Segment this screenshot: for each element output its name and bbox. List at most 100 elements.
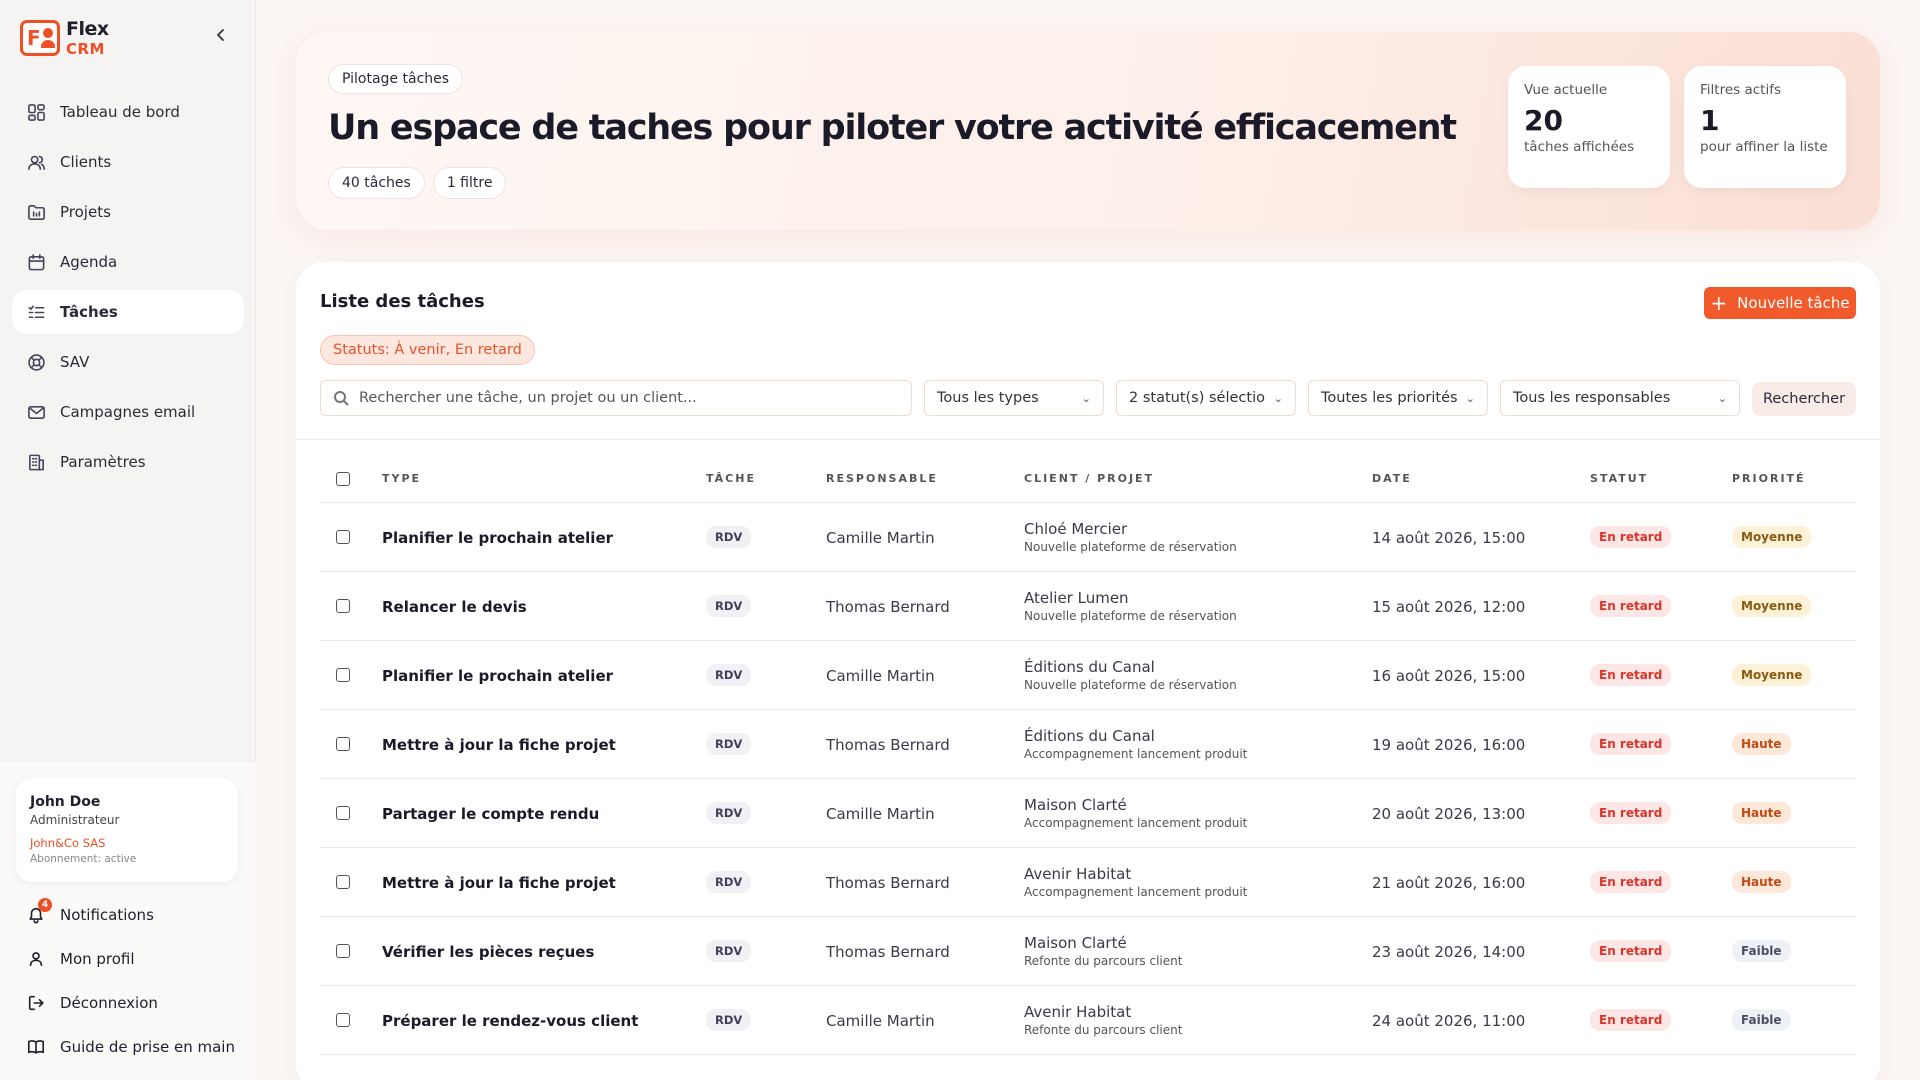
notifications-link[interactable]: 4 Notifications bbox=[26, 893, 246, 937]
client-name[interactable]: Avenir Habitat bbox=[1024, 1003, 1372, 1021]
projects-icon bbox=[26, 202, 46, 222]
sidebar-item-settings[interactable]: Paramètres bbox=[12, 440, 244, 484]
task-owner: Camille Martin bbox=[826, 1011, 935, 1030]
table-row[interactable]: Partager le compte rendu RDV Camille Marti… bbox=[320, 779, 1856, 848]
profile-link[interactable]: Mon profil bbox=[26, 937, 246, 981]
task-title[interactable]: Mettre à jour la fiche projet bbox=[382, 874, 616, 892]
owner-filter-select[interactable]: Tous les responsables ⌄ bbox=[1500, 380, 1740, 416]
task-title[interactable]: Planifier le prochain atelier bbox=[382, 667, 613, 685]
sidebar-item-clients[interactable]: Clients bbox=[12, 140, 244, 184]
table-row[interactable]: Vérifier les pièces reçues RDV Thomas Bern… bbox=[320, 917, 1856, 986]
brand-logo[interactable]: F Flex CRM bbox=[20, 18, 109, 58]
status-filter-select[interactable]: 2 statut(s) sélectionné(s) ⌄ bbox=[1116, 380, 1296, 416]
logout-link[interactable]: Déconnexion bbox=[26, 981, 246, 1025]
sidebar-item-label: Projets bbox=[60, 203, 111, 221]
task-owner: Thomas Bernard bbox=[826, 873, 950, 892]
header-date[interactable]: DATE bbox=[1372, 472, 1590, 485]
active-status-filter-chip[interactable]: Statuts: À venir, En retard bbox=[320, 335, 535, 365]
task-owner: Camille Martin bbox=[826, 528, 935, 547]
task-title[interactable]: Mettre à jour la fiche projet bbox=[382, 736, 616, 754]
table-row[interactable]: Planifier le prochain atelier RDV Camille … bbox=[320, 503, 1856, 572]
status-badge: En retard bbox=[1590, 595, 1672, 617]
page-title: Un espace de taches pour piloter votre a… bbox=[328, 108, 1457, 148]
task-title[interactable]: Planifier le prochain atelier bbox=[382, 529, 613, 547]
user-card[interactable]: John Doe Administrateur John&Co SAS Abon… bbox=[16, 778, 238, 882]
calendar-icon bbox=[26, 252, 46, 272]
guide-link[interactable]: Guide de prise en main bbox=[26, 1025, 246, 1069]
type-filter-select[interactable]: Tous les types ⌄ bbox=[924, 380, 1104, 416]
task-title[interactable]: Relancer le devis bbox=[382, 598, 527, 616]
new-task-button[interactable]: + Nouvelle tâche bbox=[1704, 287, 1856, 319]
row-checkbox[interactable] bbox=[336, 1013, 350, 1027]
search-input[interactable] bbox=[359, 390, 879, 406]
sidebar-item-label: SAV bbox=[60, 353, 90, 371]
project-name: Accompagnement lancement produit bbox=[1024, 816, 1248, 830]
client-name[interactable]: Avenir Habitat bbox=[1024, 865, 1372, 883]
client-name[interactable]: Maison Clarté bbox=[1024, 934, 1372, 952]
sidebar-item-label: Tâches bbox=[60, 303, 118, 321]
priority-filter-select[interactable]: Toutes les priorités ⌄ bbox=[1308, 380, 1488, 416]
active-filters-stat-card: Filtres actifs 1 pour affiner la liste bbox=[1684, 66, 1846, 188]
building-icon bbox=[26, 452, 46, 472]
sidebar-item-dashboard[interactable]: Tableau de bord bbox=[12, 90, 244, 134]
table-row[interactable]: Chloé Mercier bbox=[320, 1055, 1856, 1080]
header-priority[interactable]: PRIORITÉ bbox=[1732, 472, 1856, 485]
divider bbox=[296, 439, 1880, 440]
stat-label: Filtres actifs bbox=[1700, 82, 1781, 98]
sidebar-item-projects[interactable]: Projets bbox=[12, 190, 244, 234]
table-row[interactable]: Mettre à jour la fiche projet RDV Thomas B… bbox=[320, 710, 1856, 779]
row-checkbox[interactable] bbox=[336, 944, 350, 958]
chevron-down-icon: ⌄ bbox=[1273, 391, 1283, 405]
header-task[interactable]: TÂCHE bbox=[706, 472, 826, 485]
task-owner: Camille Martin bbox=[826, 666, 935, 685]
tasks-icon bbox=[26, 302, 46, 322]
collapse-sidebar-button[interactable] bbox=[210, 24, 232, 46]
task-title[interactable]: Vérifier les pièces reçues bbox=[382, 943, 594, 961]
search-icon bbox=[334, 391, 349, 406]
row-checkbox[interactable] bbox=[336, 737, 350, 751]
row-checkbox[interactable] bbox=[336, 806, 350, 820]
header-type[interactable]: TYPE bbox=[382, 472, 706, 485]
task-type-tag: RDV bbox=[706, 733, 752, 755]
task-title[interactable]: Préparer le rendez-vous client bbox=[382, 1012, 638, 1030]
table-row[interactable]: Relancer le devis RDV Thomas Bernard Atelie… bbox=[320, 572, 1856, 641]
table-row[interactable]: Planifier le prochain atelier RDV Camille … bbox=[320, 641, 1856, 710]
user-company: John&Co SAS bbox=[30, 836, 106, 850]
chevron-down-icon: ⌄ bbox=[1081, 391, 1091, 405]
priority-badge: Haute bbox=[1732, 733, 1791, 755]
table-row[interactable]: Préparer le rendez-vous client RDV Camille… bbox=[320, 986, 1856, 1055]
task-title[interactable]: Partager le compte rendu bbox=[382, 805, 599, 823]
row-checkbox[interactable] bbox=[336, 530, 350, 544]
client-name[interactable]: Atelier Lumen bbox=[1024, 589, 1372, 607]
header-client-project[interactable]: CLIENT / PROJET bbox=[1024, 472, 1372, 485]
notifications-label: Notifications bbox=[60, 906, 154, 924]
row-checkbox[interactable] bbox=[336, 875, 350, 889]
sidebar-item-label: Clients bbox=[60, 153, 112, 171]
stat-value: 1 bbox=[1700, 104, 1720, 137]
sidebar-item-tasks[interactable]: Tâches bbox=[12, 290, 244, 334]
select-all-checkbox[interactable] bbox=[336, 471, 350, 486]
row-checkbox[interactable] bbox=[336, 599, 350, 613]
search-field[interactable] bbox=[320, 380, 912, 416]
client-name[interactable]: Éditions du Canal bbox=[1024, 658, 1372, 676]
client-name[interactable]: Éditions du Canal bbox=[1024, 727, 1372, 745]
project-name: Nouvelle plateforme de réservation bbox=[1024, 540, 1237, 554]
client-name[interactable]: Maison Clarté bbox=[1024, 796, 1372, 814]
stat-description: tâches affichées bbox=[1524, 139, 1635, 155]
sidebar-item-agenda[interactable]: Agenda bbox=[12, 240, 244, 284]
priority-badge: Moyenne bbox=[1732, 595, 1812, 617]
row-checkbox[interactable] bbox=[336, 668, 350, 682]
task-date: 19 août 2026, 16:00 bbox=[1372, 735, 1526, 754]
lifebuoy-icon bbox=[26, 352, 46, 372]
header-status[interactable]: STATUT bbox=[1590, 472, 1732, 485]
header-owner[interactable]: RESPONSABLE bbox=[826, 472, 1024, 485]
sidebar-item-campaigns[interactable]: Campagnes email bbox=[12, 390, 244, 434]
client-name[interactable]: Chloé Mercier bbox=[1024, 520, 1372, 538]
table-row[interactable]: Mettre à jour la fiche projet RDV Thomas B… bbox=[320, 848, 1856, 917]
notification-count-badge: 4 bbox=[38, 898, 52, 912]
status-badge: En retard bbox=[1590, 664, 1672, 686]
search-button[interactable]: Rechercher bbox=[1752, 382, 1856, 416]
sidebar-item-sav[interactable]: SAV bbox=[12, 340, 244, 384]
project-name: Accompagnement lancement produit bbox=[1024, 885, 1248, 899]
sidebar-item-label: Tableau de bord bbox=[60, 103, 180, 121]
